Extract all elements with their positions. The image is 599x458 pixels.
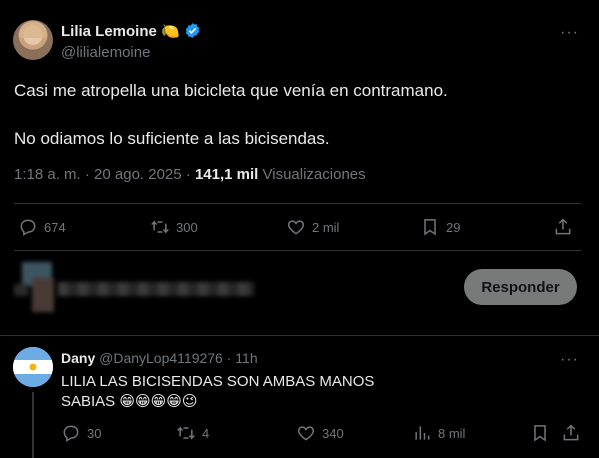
reply-author-handle[interactable]: @DanyLop4119276: [99, 350, 223, 366]
retweet-icon: [151, 220, 169, 234]
reply-author-line: Dany @DanyLop4119276 · 11h: [61, 350, 258, 366]
reply-icon: [20, 219, 36, 236]
reply-bookmark-action[interactable]: [530, 423, 550, 443]
reply-views-action[interactable]: 8 mil: [412, 423, 465, 443]
reply-more-icon[interactable]: ···: [560, 351, 579, 369]
divider: [0, 335, 599, 336]
reply-like-action[interactable]: 340: [296, 423, 344, 443]
divider: [14, 250, 581, 251]
argentina-flag-avatar: [13, 347, 53, 387]
reply-text: LILIA LAS BICISENDAS SON AMBAS MANOS SAB…: [61, 372, 381, 412]
author-name-text[interactable]: Lilia Lemoine: [61, 23, 157, 40]
like-count: 2 mil: [312, 219, 340, 235]
reply-action[interactable]: 674: [18, 217, 66, 237]
bookmark-icon: [424, 219, 436, 236]
author-name[interactable]: Lilia Lemoine 🍋: [61, 22, 201, 40]
retweet-action[interactable]: 300: [150, 217, 198, 237]
like-action[interactable]: 2 mil: [286, 217, 339, 237]
blurred-composer-area: [14, 262, 254, 312]
share-icon: [563, 424, 579, 441]
reply-author-avatar[interactable]: [13, 347, 53, 387]
reply-views-count: 8 mil: [438, 425, 466, 441]
author-handle[interactable]: @lilialemoine: [61, 44, 150, 61]
like-icon: [287, 220, 305, 235]
retweet-count: 300: [176, 219, 198, 235]
share-icon: [555, 218, 571, 235]
bookmark-count: 29: [446, 219, 461, 235]
share-action[interactable]: [553, 217, 573, 237]
tweet-text-line: Casi me atropella una bicicleta que vení…: [14, 81, 448, 100]
reply-reply-count: 30: [87, 425, 102, 441]
bookmark-action[interactable]: 29: [420, 217, 460, 237]
views-count: 141,1 mil: [194, 166, 259, 183]
lemon-emoji: 🍋: [161, 23, 180, 40]
reply-text-line: LILIA LAS BICISENDAS SON AMBAS MANOS: [61, 373, 375, 390]
divider: [14, 203, 581, 204]
reply-button[interactable]: Responder: [464, 269, 577, 305]
reply-like-count: 340: [322, 425, 344, 441]
reply-count: 674: [44, 219, 66, 235]
reply-reply-action[interactable]: 30: [61, 423, 101, 443]
reply-retweet-count: 4: [202, 425, 210, 441]
bookmark-icon: [534, 425, 546, 442]
tweet-text: Casi me atropella una bicicleta que vení…: [14, 79, 574, 151]
reply-author-name[interactable]: Dany: [61, 350, 95, 366]
reply-icon: [63, 425, 79, 442]
reply-retweet-action[interactable]: 4: [176, 423, 209, 443]
like-icon: [297, 426, 315, 441]
reply-text-line: SABIAS 😁😁😁😁😉: [61, 393, 198, 410]
views-chart-icon: [415, 426, 430, 440]
author-avatar[interactable]: [13, 20, 53, 60]
retweet-icon: [177, 426, 195, 440]
tweet-text-line: No odiamos lo suficiente a las bicisenda…: [14, 129, 330, 148]
tweet-timestamp[interactable]: 1:18 a. m. · 20 ago. 2025 ·: [14, 166, 195, 183]
tweet-meta: 1:18 a. m. · 20 ago. 2025 · 141,1 mil Vi…: [14, 166, 366, 183]
reply-timestamp[interactable]: · 11h: [223, 350, 258, 366]
views-label: Visualizaciones: [258, 166, 366, 183]
thread-line: [32, 392, 34, 458]
reply-share-action[interactable]: [561, 423, 581, 443]
verified-badge-icon: [185, 23, 200, 38]
more-icon[interactable]: ···: [560, 24, 579, 42]
